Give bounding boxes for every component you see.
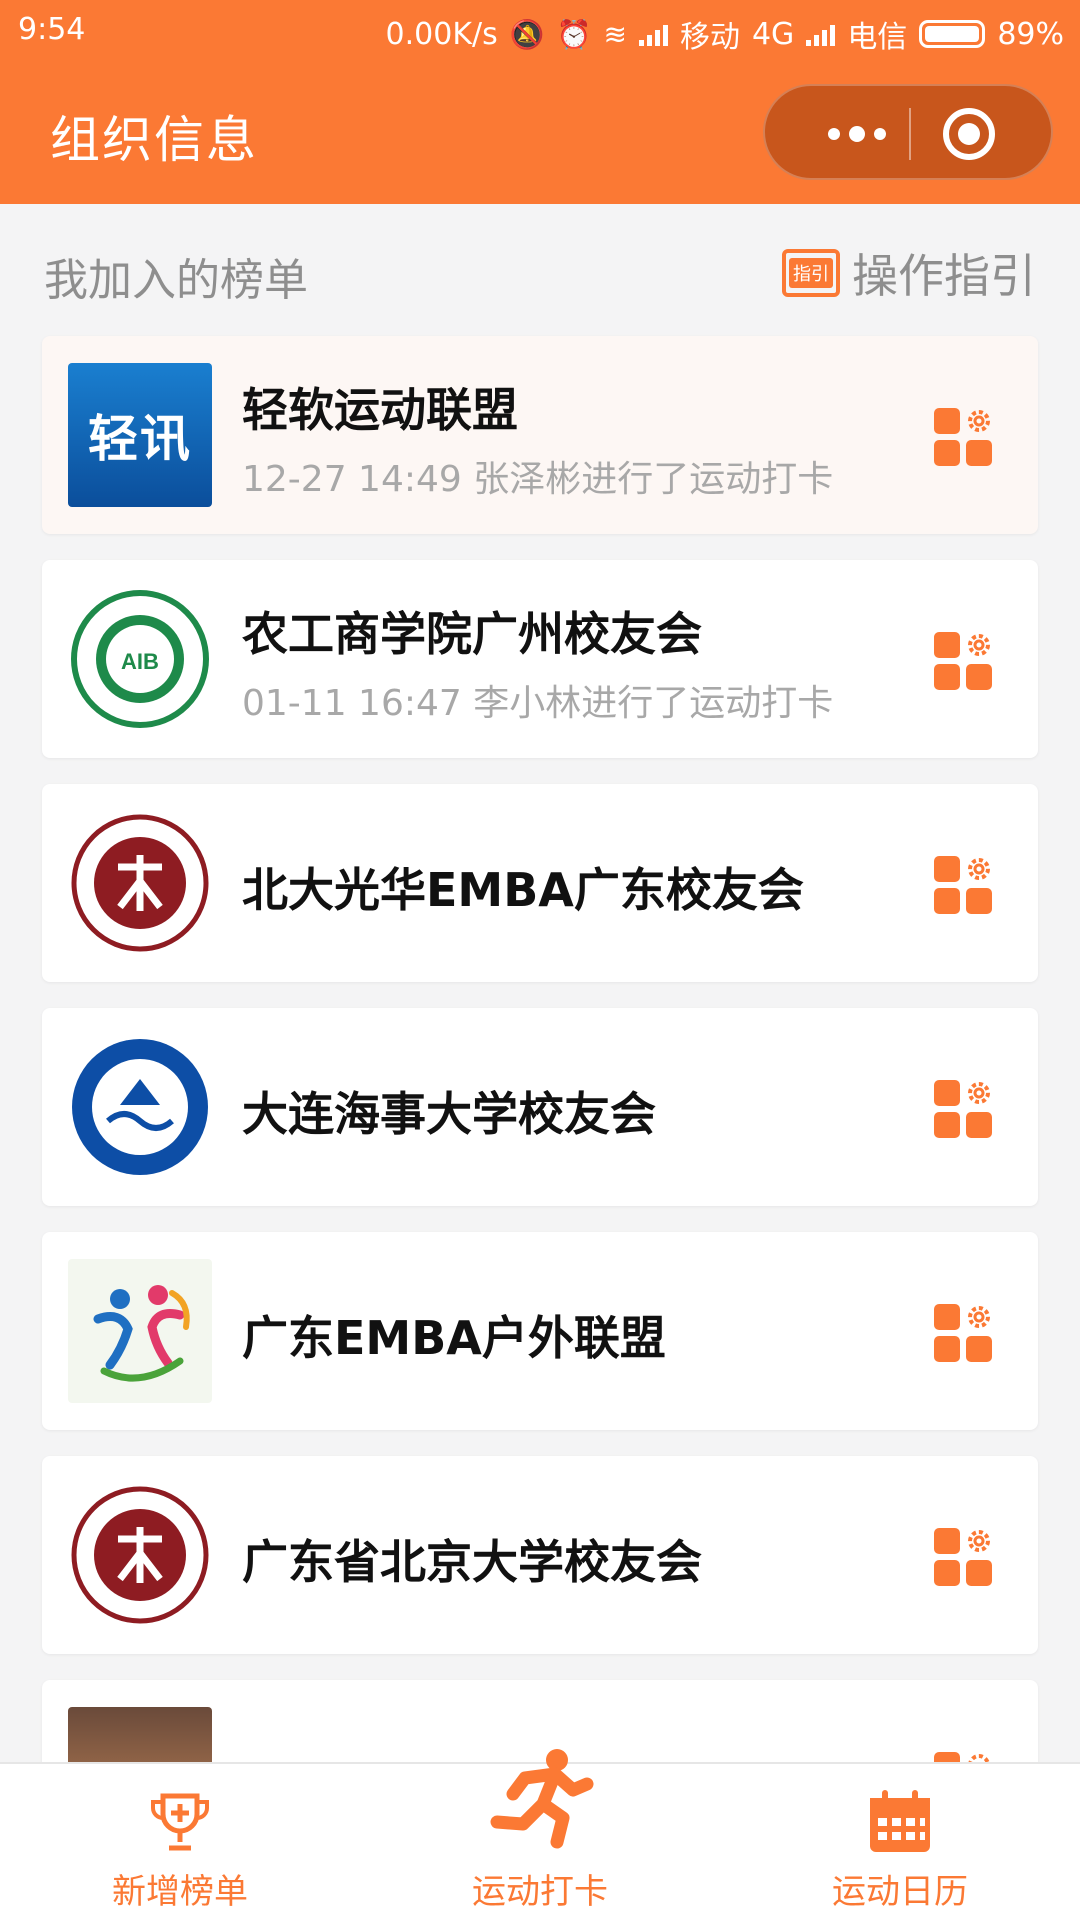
carrier-1: 移动	[679, 20, 740, 55]
group-card[interactable]: 广东EMBA户外联盟	[42, 1232, 1038, 1430]
manage-grid-icon[interactable]	[932, 406, 994, 468]
more-dot-icon	[849, 126, 865, 142]
tab-label: 新增榜单	[112, 1872, 248, 1912]
mini-program-capsule	[763, 84, 1053, 180]
battery-level: 89%	[997, 16, 1064, 52]
outdoor-figures-icon	[93, 1285, 190, 1382]
group-name: 北大光华EMBA广东校友会	[242, 863, 804, 917]
alarm-icon: ⏰	[556, 17, 592, 51]
guide-button[interactable]: 指引 操作指引	[782, 240, 1036, 306]
group-activity: 01-11 16:47 李小林进行了运动打卡	[242, 683, 834, 724]
tab-label: 运动打卡	[472, 1872, 608, 1912]
wifi-icon: ≋	[603, 17, 627, 51]
maritime-seal-icon	[72, 1039, 208, 1175]
signal-icon	[638, 22, 668, 46]
logo-text: AIB	[121, 649, 159, 674]
group-card[interactable]: 轻讯 轻软运动联盟 12-27 14:49 张泽彬进行了运动打卡	[42, 336, 1038, 534]
group-logo	[68, 1483, 212, 1627]
tab-bar: 新增榜单 运动打卡 运动日历	[0, 1749, 1080, 1920]
group-logo: 轻讯	[68, 363, 212, 507]
university-seal-icon	[71, 1486, 209, 1624]
group-card[interactable]: 广东省北京大学校友会	[42, 1456, 1038, 1654]
calendar-icon	[870, 1790, 930, 1852]
manage-grid-icon[interactable]	[932, 1526, 994, 1588]
mute-icon: 🔕	[509, 17, 545, 51]
more-dot-icon	[874, 128, 886, 140]
group-name: 广东EMBA户外联盟	[242, 1311, 666, 1365]
manage-grid-icon[interactable]	[932, 1302, 994, 1364]
network-speed: 0.00K/s	[385, 16, 498, 52]
group-list: 轻讯 轻软运动联盟 12-27 14:49 张泽彬进行了运动打卡 AIB 农工商…	[42, 336, 1038, 1904]
guide-book-icon: 指引	[782, 249, 840, 297]
group-card[interactable]: 北大光华EMBA广东校友会	[42, 784, 1038, 982]
group-logo	[68, 811, 212, 955]
group-logo	[68, 1259, 212, 1403]
group-card[interactable]: AIB 农工商学院广州校友会 01-11 16:47 李小林进行了运动打卡	[42, 560, 1038, 758]
group-name: 轻软运动联盟	[242, 383, 518, 437]
tab-add-leaderboard[interactable]: 新增榜单	[60, 1764, 300, 1920]
trophy-plus-icon	[151, 1793, 209, 1851]
tab-calendar[interactable]: 运动日历	[780, 1764, 1020, 1920]
manage-grid-icon[interactable]	[932, 1078, 994, 1140]
page-title: 组织信息	[50, 111, 258, 169]
guide-label: 操作指引	[852, 249, 1036, 303]
status-right: 0.00K/s 🔕 ⏰ ≋ 移动 4G 电信 89%	[386, 12, 1064, 56]
group-logo: AIB	[68, 587, 212, 731]
network-type: 4G	[751, 16, 795, 52]
section-title: 我加入的榜单	[44, 255, 308, 306]
manage-grid-icon[interactable]	[932, 630, 994, 692]
university-seal-icon	[71, 814, 209, 952]
more-button[interactable]	[809, 86, 905, 182]
group-name: 大连海事大学校友会	[242, 1087, 656, 1141]
status-bar: 9:54 0.00K/s 🔕 ⏰ ≋ 移动 4G 电信 89%	[0, 0, 1080, 64]
header-bar: 9:54 0.00K/s 🔕 ⏰ ≋ 移动 4G 电信 89% 组织信息	[0, 0, 1080, 204]
group-activity: 12-27 14:49 张泽彬进行了运动打卡	[242, 459, 834, 500]
status-time: 9:54	[18, 12, 86, 47]
close-button[interactable]	[943, 108, 995, 160]
tab-label: 运动日历	[832, 1872, 968, 1912]
more-dot-icon	[828, 128, 840, 140]
group-card[interactable]: 大连海事大学校友会	[42, 1008, 1038, 1206]
college-seal-icon: AIB	[71, 590, 209, 728]
manage-grid-icon[interactable]	[932, 854, 994, 916]
tab-checkin[interactable]: 运动打卡	[420, 1749, 660, 1920]
runner-icon	[490, 1749, 594, 1849]
carrier-2: 电信	[847, 20, 908, 55]
signal-icon-2	[806, 22, 836, 46]
group-name: 广东省北京大学校友会	[242, 1535, 702, 1589]
group-logo	[68, 1035, 212, 1179]
battery-icon	[919, 20, 986, 48]
capsule-divider	[909, 108, 911, 160]
group-name: 农工商学院广州校友会	[242, 607, 702, 661]
logo-text: 轻讯	[88, 410, 192, 468]
